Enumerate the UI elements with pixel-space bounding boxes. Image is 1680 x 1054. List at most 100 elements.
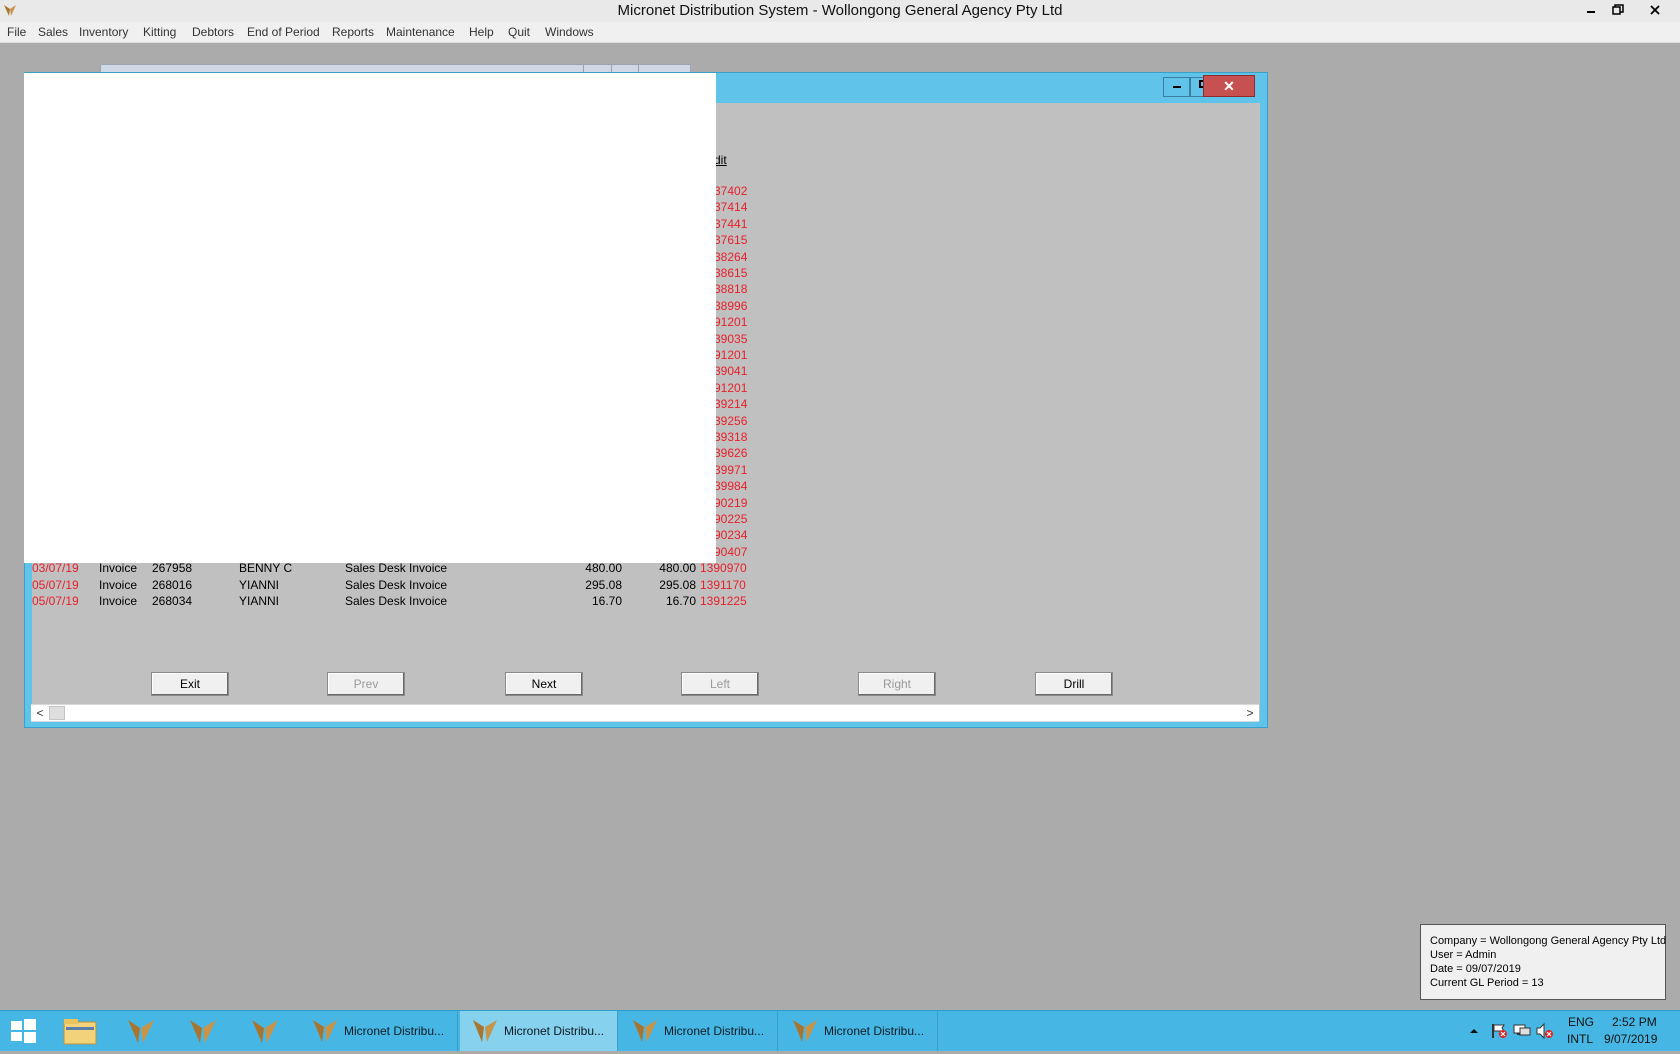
close-app-button[interactable] — [1638, 0, 1672, 20]
clock-time[interactable]: 2:52 PM — [1612, 1015, 1657, 1029]
micronet-logo-icon — [473, 1020, 497, 1042]
horizontal-scrollbar[interactable]: < > — [31, 704, 1259, 722]
menu-windows[interactable]: Windows — [545, 25, 594, 39]
scroll-thumb[interactable] — [49, 706, 65, 720]
file-explorer-pinned[interactable] — [52, 1011, 110, 1051]
partial-row-number: 38615 — [714, 266, 748, 280]
partial-row-number: 39626 — [714, 446, 748, 461]
menu-sales[interactable]: Sales — [38, 25, 68, 39]
micronet-pinned-3[interactable] — [236, 1011, 294, 1051]
menu-reports[interactable]: Reports — [332, 25, 374, 39]
windows-logo-icon — [11, 1019, 36, 1043]
micronet-pinned-2[interactable] — [174, 1011, 232, 1051]
partial-row-number: 39256 — [714, 413, 748, 428]
micronet-logo-icon — [128, 1020, 154, 1043]
date-label: Date = 09/07/2019 — [1430, 963, 1521, 975]
partial-row-number: 39041 — [714, 364, 748, 379]
row-reference: 267958 — [152, 561, 193, 575]
taskbar-task-micronet-2[interactable]: Micronet Distribu... — [460, 1011, 618, 1051]
row-number: 1391225 — [700, 594, 747, 608]
input-language[interactable]: ENG — [1568, 1015, 1594, 1029]
row-amount: 480.00 — [585, 561, 622, 575]
volume-muted-icon[interactable] — [1536, 1023, 1554, 1039]
input-locale[interactable]: INTL — [1567, 1032, 1593, 1046]
table-row[interactable]: 05/07/19 Invoice 268016 YIANNI Sales Des… — [24, 578, 764, 594]
row-reference: 268034 — [152, 594, 193, 608]
row-balance: 480.00 — [659, 561, 696, 575]
folder-icon — [63, 1019, 97, 1045]
user-label: User = Admin — [1430, 949, 1497, 961]
right-button[interactable]: Right — [858, 672, 936, 696]
row-type: Invoice — [99, 578, 138, 592]
network-icon[interactable] — [1513, 1023, 1531, 1039]
session-info-panel: Company = Wollongong General Agency Pty … — [1420, 924, 1666, 1000]
company-label: Company = Wollongong General Agency Pty … — [1430, 935, 1667, 947]
taskbar-task-micronet-4[interactable]: Micronet Distribu... — [780, 1011, 938, 1051]
scroll-left-arrow-icon[interactable]: < — [32, 705, 48, 721]
minimize-icon — [1172, 86, 1181, 88]
menu-kitting[interactable]: Kitting — [143, 25, 176, 39]
micronet-logo-icon — [313, 1020, 337, 1042]
table-row[interactable]: 05/07/19 Invoice 268034 YIANNI Sales Des… — [24, 594, 764, 610]
taskbar-task-micronet-3[interactable]: Micronet Distribu... — [620, 1011, 778, 1051]
row-date: 05/07/19 — [32, 578, 79, 592]
menu-end-of-period[interactable]: End of Period — [247, 25, 320, 39]
menu-bar: File Sales Inventory Kitting Debtors End… — [0, 22, 1680, 43]
row-balance: 295.08 — [659, 578, 696, 592]
menu-debtors[interactable]: Debtors — [192, 25, 234, 39]
partial-row-number: 37441 — [714, 216, 748, 231]
taskbar-task-micronet-1[interactable]: Micronet Distribu... — [300, 1011, 458, 1051]
row-amount: 16.70 — [591, 594, 622, 608]
partial-row-number: 38264 — [714, 249, 748, 264]
restore-button[interactable] — [1601, 0, 1635, 20]
show-hidden-icons-icon[interactable] — [1469, 1026, 1479, 1036]
next-button[interactable]: Next — [505, 672, 583, 696]
row-type: Invoice — [99, 561, 138, 575]
partial-row-number: 37615 — [714, 233, 748, 248]
menu-inventory[interactable]: Inventory — [79, 25, 128, 39]
prev-button[interactable]: Prev — [327, 672, 405, 696]
action-center-flag-icon[interactable] — [1490, 1023, 1508, 1039]
row-description: Sales Desk Invoice — [345, 561, 448, 575]
row-description: Sales Desk Invoice — [345, 578, 448, 592]
left-button[interactable]: Left — [681, 672, 759, 696]
row-amount: 295.08 — [585, 578, 622, 592]
table-row[interactable]: 03/07/19 Invoice 267958 BENNY C Sales De… — [24, 561, 764, 577]
menu-quit[interactable]: Quit — [508, 25, 530, 39]
partial-row-number: 37402 — [714, 184, 748, 198]
partial-row-number: 38996 — [714, 298, 748, 313]
window-close-button[interactable]: ✕ — [1203, 75, 1255, 97]
partial-row-number: 90234 — [714, 528, 748, 543]
micronet-pinned-1[interactable] — [112, 1011, 170, 1051]
partial-row-number: 90225 — [714, 512, 748, 526]
micronet-logo-icon — [633, 1020, 657, 1042]
partial-row-number: 37414 — [714, 200, 748, 215]
partial-row-number: 39318 — [714, 430, 748, 444]
task-label: Micronet Distribu... — [664, 1024, 765, 1038]
partial-row-number: 39214 — [714, 397, 748, 412]
partial-row-number: 39984 — [714, 479, 748, 494]
task-label: Micronet Distribu... — [504, 1024, 605, 1038]
menu-file[interactable]: File — [7, 25, 26, 39]
clock-date[interactable]: 9/07/2019 — [1604, 1032, 1657, 1046]
restore-icon — [1612, 4, 1624, 15]
task-label: Micronet Distribu... — [824, 1024, 925, 1038]
row-date: 05/07/19 — [32, 594, 79, 608]
drill-button[interactable]: Drill — [1035, 672, 1113, 696]
partial-row-number: 39035 — [714, 331, 748, 346]
row-customer: YIANNI — [239, 594, 280, 608]
partial-row-number: 91201 — [714, 348, 748, 362]
exit-button[interactable]: Exit — [151, 672, 229, 696]
app-titlebar: Micronet Distribution System - Wollongon… — [0, 0, 1680, 23]
start-button[interactable] — [0, 1011, 46, 1051]
micronet-logo-icon — [190, 1020, 216, 1043]
menu-maintenance[interactable]: Maintenance — [386, 25, 455, 39]
row-reference: 268016 — [152, 578, 193, 592]
window-minimize-button[interactable] — [1163, 77, 1190, 97]
menu-help[interactable]: Help — [469, 25, 494, 39]
scroll-right-arrow-icon[interactable]: > — [1242, 705, 1258, 721]
row-customer: BENNY C — [239, 561, 293, 575]
partial-row-number: 90219 — [714, 495, 748, 510]
micronet-logo-icon — [793, 1020, 817, 1042]
partial-row-number: 90407 — [714, 544, 748, 559]
